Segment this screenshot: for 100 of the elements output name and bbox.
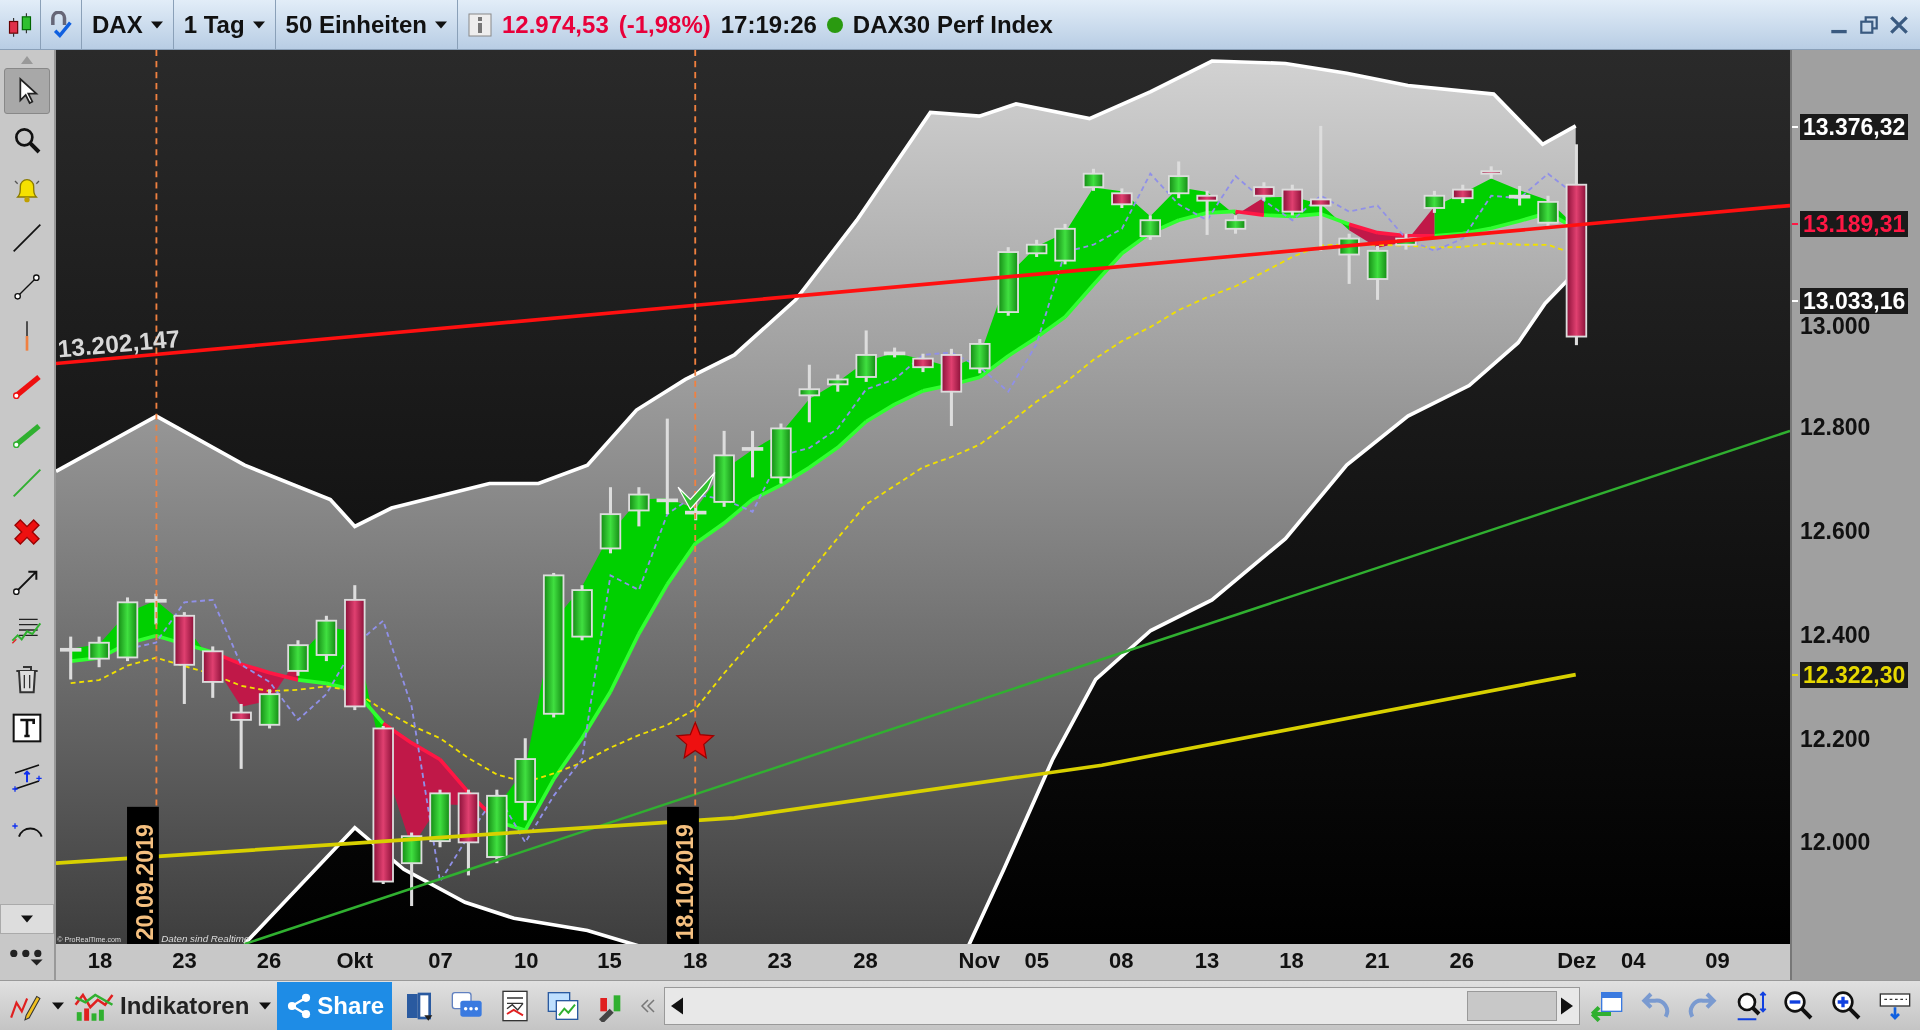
- candlestick: [1224, 215, 1247, 234]
- price-axis-label: 12.400: [1800, 623, 1871, 648]
- date-axis-label: 08: [1109, 948, 1134, 974]
- candlestick: [571, 585, 593, 641]
- date-axis-label: 26: [1449, 948, 1474, 974]
- candlestick: [258, 689, 281, 729]
- price-marker: 13.189,31: [1800, 210, 1909, 237]
- caret-icon[interactable]: [150, 20, 163, 29]
- quote-time: 17:19:26: [720, 10, 817, 39]
- candlestick: [1423, 190, 1446, 213]
- close-icon[interactable]: [1888, 13, 1910, 36]
- price-change: (-1,98%): [618, 10, 711, 39]
- date-axis-label: 18: [1279, 948, 1304, 974]
- candlestick: [1281, 184, 1304, 216]
- price-axis-label: 12.800: [1800, 415, 1871, 440]
- candlestick: [287, 640, 309, 676]
- scroll-left-icon[interactable]: [671, 996, 684, 1015]
- price-axis-label: 12.000: [1800, 830, 1871, 855]
- symbol-dropdown[interactable]: DAX: [82, 0, 174, 49]
- more-icon[interactable]: [9, 948, 45, 966]
- caret-icon[interactable]: [259, 1001, 272, 1010]
- candlestick: [1082, 168, 1105, 191]
- date-axis-label: 13: [1194, 948, 1220, 974]
- candlestick: [997, 247, 1019, 316]
- interval-dropdown[interactable]: 1 Tag: [173, 0, 276, 49]
- delete-icon[interactable]: [11, 516, 43, 548]
- caret-icon[interactable]: [21, 915, 33, 923]
- line-segment-icon[interactable]: [11, 271, 43, 303]
- last-price: 12.974,53: [501, 10, 609, 39]
- units-dropdown[interactable]: 50 Einheiten: [275, 0, 458, 49]
- scroll-thumb[interactable]: [1467, 990, 1557, 1021]
- candlestick-icon[interactable]: [6, 10, 34, 39]
- date-axis-label: 10: [513, 948, 539, 974]
- candlestick: [1537, 195, 1559, 228]
- candlestick: [798, 364, 821, 423]
- candlestick: [770, 423, 792, 484]
- date-axis-label: 21: [1364, 948, 1390, 974]
- candlestick: [145, 593, 167, 625]
- price-axis-label: 12.600: [1800, 519, 1871, 544]
- tool-button[interactable]: [4, 68, 50, 114]
- candlestick: [315, 615, 338, 662]
- share-button[interactable]: Share: [277, 981, 393, 1030]
- price-marker: 13.033,16: [1800, 288, 1909, 314]
- candlestick: [599, 487, 622, 554]
- price-marker: 12.322,30: [1800, 661, 1909, 688]
- date-axis-label: Okt: [336, 948, 374, 974]
- candlestick: [912, 353, 934, 373]
- line-value-label: 13.202,147: [56, 324, 181, 363]
- price-axis-label: 12.200: [1800, 727, 1871, 752]
- instrument-name: DAX30 Perf Index: [852, 10, 1053, 39]
- date-axis-label: 18: [87, 948, 113, 974]
- candlestick: [1196, 190, 1218, 235]
- date-axis-label: 28: [853, 948, 878, 974]
- candlestick: [1366, 245, 1389, 300]
- star-icon: [675, 720, 716, 760]
- candlestick: [202, 646, 224, 698]
- candlestick: [1111, 188, 1133, 208]
- candlestick: [628, 487, 650, 527]
- scrollbar[interactable]: [664, 986, 1580, 1025]
- date-axis-label: 07: [428, 948, 453, 974]
- date-axis-label: 23: [767, 948, 792, 974]
- caret-icon[interactable]: [434, 20, 447, 29]
- candlestick: [1395, 233, 1417, 250]
- info-icon[interactable]: [467, 12, 492, 37]
- date-axis-label: 04: [1620, 948, 1646, 974]
- diagonal-line-icon[interactable]: [11, 222, 43, 254]
- candlestick: [969, 339, 991, 374]
- candlestick: [1025, 239, 1048, 257]
- expand-button[interactable]: [0, 904, 54, 934]
- candlestick: [60, 636, 82, 680]
- candlestick: [1167, 161, 1190, 199]
- indicators-button[interactable]: Indikatoren: [70, 989, 254, 1022]
- scroll-right-icon[interactable]: [1561, 996, 1573, 1015]
- candlestick: [1452, 184, 1474, 204]
- candlestick: [855, 330, 877, 382]
- candlestick: [1480, 166, 1502, 179]
- date-axis-label: Dez: [1557, 948, 1597, 974]
- candlestick: [1253, 182, 1275, 201]
- price-axis-label: 13.000: [1800, 313, 1871, 338]
- caret-icon[interactable]: [252, 20, 265, 29]
- candlestick: [741, 430, 764, 478]
- restore-icon[interactable]: [1858, 13, 1880, 36]
- channel-lines-icon[interactable]: [11, 761, 43, 793]
- date-axis-label: 09: [1705, 948, 1730, 974]
- date-axis-label: 23: [172, 948, 197, 974]
- date-axis-label: 15: [597, 948, 622, 974]
- candlestick: [1139, 215, 1161, 240]
- candlestick: [230, 703, 252, 769]
- date-marker-label: 20.09.2019: [127, 806, 159, 944]
- date-marker-label: 18.10.2019: [667, 806, 699, 944]
- realtime-notice: Daten sind Realtime: [161, 932, 250, 944]
- text-icon[interactable]: [11, 712, 43, 744]
- price-marker: 13.376,32: [1800, 114, 1909, 141]
- candlestick: [883, 347, 906, 358]
- candlestick: [429, 789, 451, 848]
- candlestick: [1054, 223, 1076, 265]
- caret-icon[interactable]: [52, 1001, 64, 1010]
- candlestick: [1508, 185, 1531, 206]
- candlestick: [1338, 233, 1360, 284]
- candlestick: [116, 597, 139, 662]
